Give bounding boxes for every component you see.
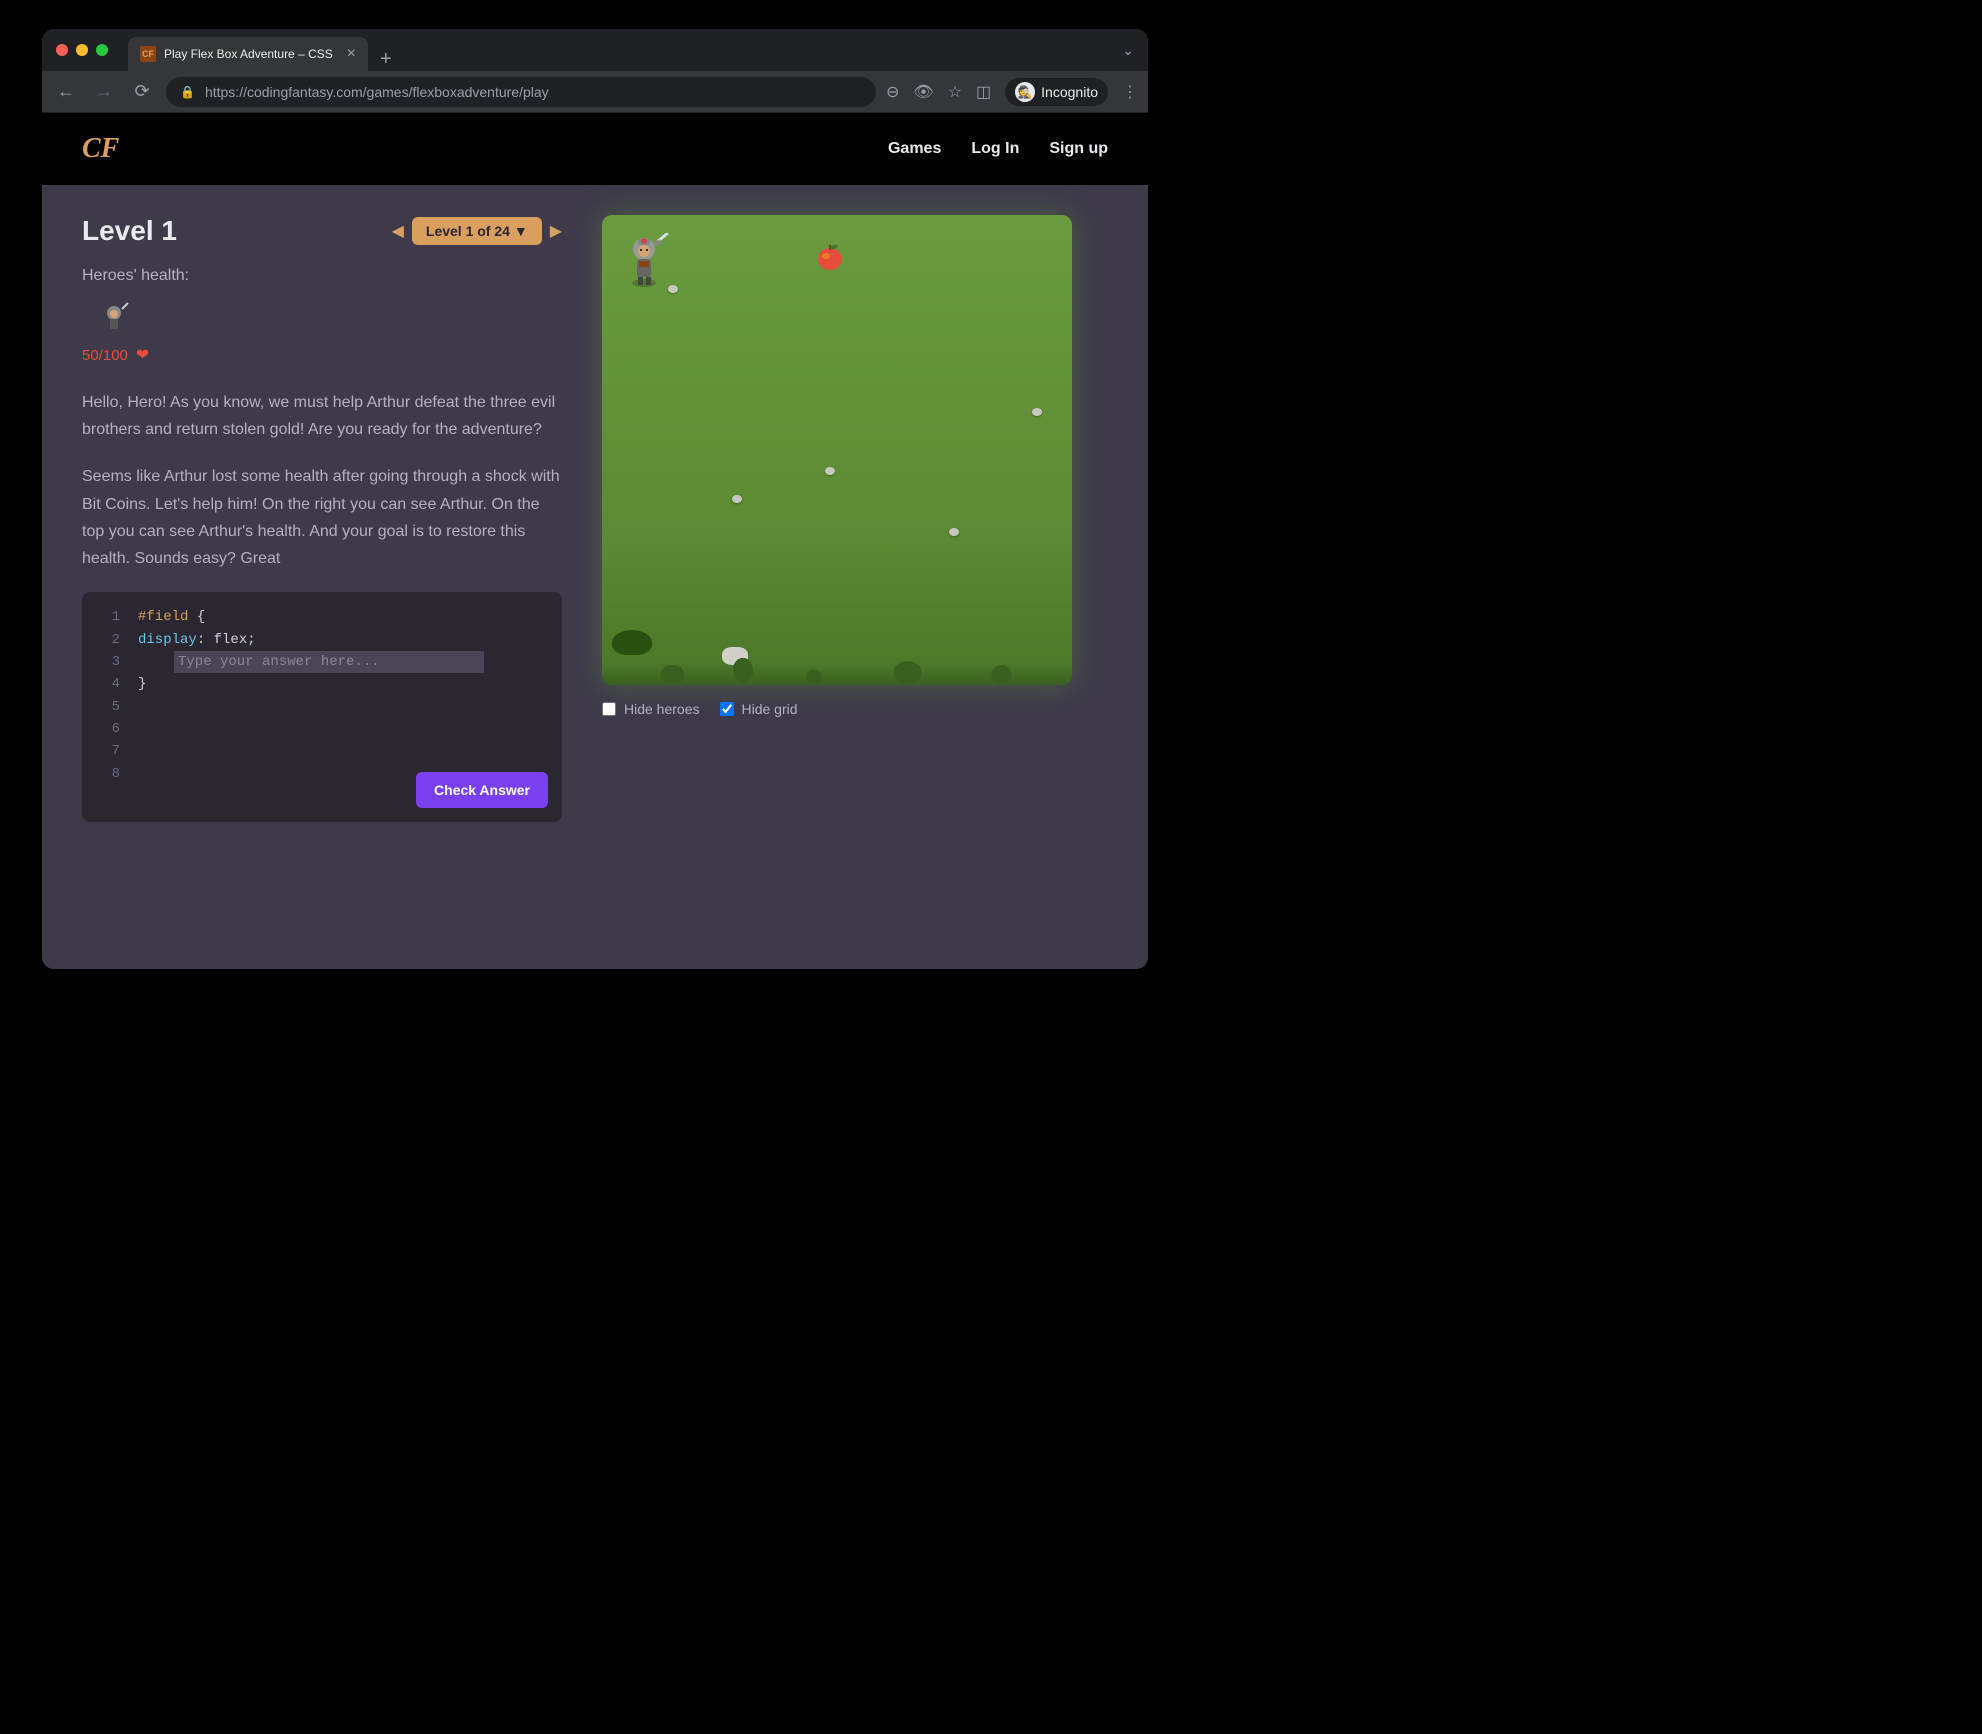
address-bar[interactable]: 🔒 https://codingfantasy.com/games/flexbo… xyxy=(166,77,876,107)
hide-grid-checkbox[interactable] xyxy=(720,702,734,716)
rock-icon xyxy=(825,467,835,475)
tab-title: Play Flex Box Adventure – CSS xyxy=(164,47,333,61)
window-maximize-button[interactable] xyxy=(96,44,108,56)
page-content[interactable]: CF Games Log In Sign up Level 1 ◀ Level … xyxy=(42,113,1148,969)
story-paragraph-1: Hello, Hero! As you know, we must help A… xyxy=(82,389,562,443)
apple-sprite xyxy=(814,241,846,273)
hide-heroes-checkbox[interactable] xyxy=(602,702,616,716)
traffic-lights xyxy=(56,44,108,56)
nav-login[interactable]: Log In xyxy=(971,140,1019,158)
rock-icon xyxy=(668,285,678,293)
lock-icon: 🔒 xyxy=(180,85,195,99)
titlebar: CF Play Flex Box Adventure – CSS × + ⌄ xyxy=(42,29,1148,71)
code-line-3: 3 Type your answer here... xyxy=(96,651,548,673)
hide-heroes-label: Hide heroes xyxy=(624,701,700,717)
knight-sprite xyxy=(620,233,676,289)
tabs-dropdown-button[interactable]: ⌄ xyxy=(1122,42,1134,59)
health-text: 50/100 xyxy=(82,347,128,364)
eye-blocked-icon[interactable]: 👁 xyxy=(913,82,933,102)
incognito-badge[interactable]: 🕵 Incognito xyxy=(1005,78,1108,106)
panel-icon[interactable]: ◫ xyxy=(976,82,991,102)
window-close-button[interactable] xyxy=(56,44,68,56)
level-prev-button[interactable]: ◀ xyxy=(392,221,404,241)
forward-button[interactable]: → xyxy=(90,78,118,106)
check-answer-button[interactable]: Check Answer xyxy=(416,772,548,808)
answer-input[interactable]: Type your answer here... xyxy=(174,651,484,673)
site-logo[interactable]: CF xyxy=(82,133,119,165)
grass-decoration xyxy=(602,635,1072,685)
code-line-1: 1 #field { xyxy=(96,606,548,628)
browser-window: CF Play Flex Box Adventure – CSS × + ⌄ ←… xyxy=(42,29,1148,969)
level-header: Level 1 ◀ Level 1 of 24 ▼ ▶ xyxy=(82,215,562,247)
code-line-7: 7 xyxy=(96,740,548,762)
browser-tab[interactable]: CF Play Flex Box Adventure – CSS × xyxy=(128,37,368,71)
code-editor: 1 #field { 2 display: flex; 3 Type your … xyxy=(82,592,562,822)
hide-heroes-control[interactable]: Hide heroes xyxy=(602,701,700,717)
page-header: CF Games Log In Sign up xyxy=(42,113,1148,185)
game-area: Level 1 ◀ Level 1 of 24 ▼ ▶ Heroes' heal… xyxy=(42,185,1148,852)
tab-favicon: CF xyxy=(140,46,156,62)
rock-icon xyxy=(732,495,742,503)
reload-button[interactable]: ⟳ xyxy=(128,78,156,106)
window-minimize-button[interactable] xyxy=(76,44,88,56)
level-next-button[interactable]: ▶ xyxy=(550,221,562,241)
code-line-2: 2 display: flex; xyxy=(96,629,548,651)
incognito-icon: 🕵 xyxy=(1015,82,1035,102)
code-line-6: 6 xyxy=(96,718,548,740)
health-value: 50/100 ❤ xyxy=(82,345,562,365)
rock-icon xyxy=(1032,408,1042,416)
tab-close-button[interactable]: × xyxy=(347,45,356,63)
code-line-4: 4 } xyxy=(96,673,548,695)
code-line-5: 5 xyxy=(96,696,548,718)
level-title: Level 1 xyxy=(82,215,177,247)
incognito-label: Incognito xyxy=(1041,84,1098,100)
nav-games[interactable]: Games xyxy=(888,140,941,158)
health-label: Heroes' health: xyxy=(82,267,562,285)
url-text: https://codingfantasy.com/games/flexboxa… xyxy=(205,84,549,100)
toolbar-right: ⊖ 👁 ☆ ◫ 🕵 Incognito ⋮ xyxy=(886,78,1138,106)
left-panel: Level 1 ◀ Level 1 of 24 ▼ ▶ Heroes' heal… xyxy=(82,215,562,822)
story-paragraph-2: Seems like Arthur lost some health after… xyxy=(82,463,562,572)
toolbar: ← → ⟳ 🔒 https://codingfantasy.com/games/… xyxy=(42,71,1148,113)
hide-grid-control[interactable]: Hide grid xyxy=(720,701,798,717)
hide-grid-label: Hide grid xyxy=(742,701,798,717)
right-panel: Hide heroes Hide grid xyxy=(602,215,1108,822)
nav-signup[interactable]: Sign up xyxy=(1049,140,1108,158)
rock-icon xyxy=(949,528,959,536)
level-selector: ◀ Level 1 of 24 ▼ ▶ xyxy=(392,217,562,245)
back-button[interactable]: ← xyxy=(52,78,80,106)
bookmark-icon[interactable]: ☆ xyxy=(948,82,962,102)
field-controls: Hide heroes Hide grid xyxy=(602,701,1108,717)
level-dropdown[interactable]: Level 1 of 24 ▼ xyxy=(412,217,542,245)
tabs: CF Play Flex Box Adventure – CSS × + xyxy=(128,29,404,71)
nav-links: Games Log In Sign up xyxy=(888,140,1108,158)
heart-icon: ❤ xyxy=(136,345,149,365)
menu-icon[interactable]: ⋮ xyxy=(1122,82,1138,102)
game-field xyxy=(602,215,1072,685)
zoom-icon[interactable]: ⊖ xyxy=(886,82,899,102)
hero-sprite-small xyxy=(98,301,134,337)
new-tab-button[interactable]: + xyxy=(368,48,404,71)
